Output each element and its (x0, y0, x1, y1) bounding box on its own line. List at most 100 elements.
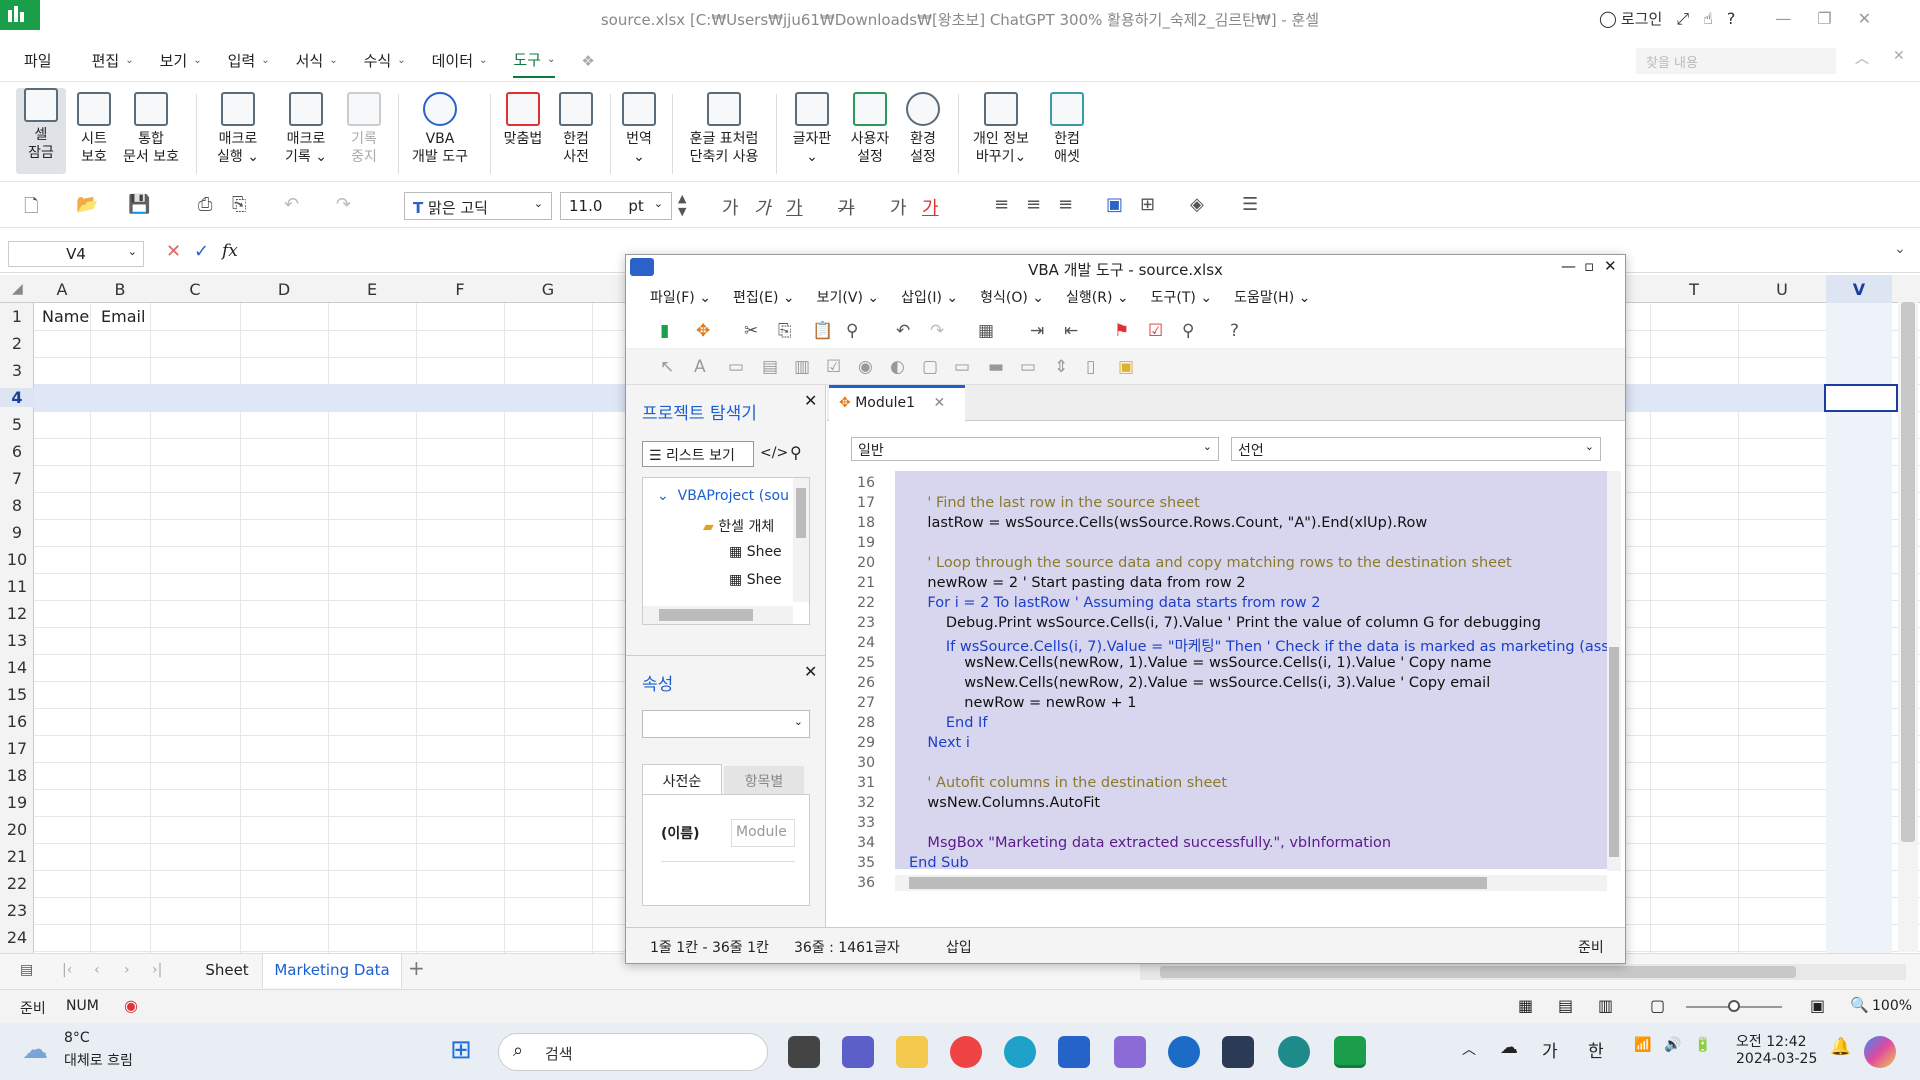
toggle-control-icon[interactable]: ◐ (890, 357, 905, 377)
row-header[interactable]: 1 (0, 307, 34, 326)
notification-bell-icon[interactable]: 🔔 (1830, 1037, 1851, 1057)
row-header[interactable]: 12 (0, 604, 34, 623)
sheet-tab[interactable]: Sheet (182, 954, 272, 988)
sheet-list-icon[interactable]: ▤ (20, 962, 33, 978)
superscript-button[interactable]: 가 (890, 194, 907, 220)
app-purple-icon[interactable] (1114, 1036, 1146, 1068)
battery-icon[interactable]: 🔋 (1694, 1037, 1711, 1053)
hand-icon[interactable]: ☝ (1703, 9, 1713, 28)
cell-a1[interactable]: Name (42, 307, 89, 326)
tree-sheet-1[interactable]: ▦ Shee (729, 544, 782, 560)
checkbox-control-icon[interactable]: ☑ (826, 357, 841, 377)
teams-icon[interactable] (842, 1036, 874, 1068)
translate-button[interactable]: 번역 ⌄ (616, 92, 662, 166)
column-header[interactable]: F (416, 280, 504, 299)
clock-date[interactable]: 2024-03-25 (1736, 1051, 1817, 1067)
tree-hscroll[interactable] (643, 606, 793, 624)
row-header[interactable]: 23 (0, 901, 34, 920)
privacy-button[interactable]: 개인 정보 바꾸기⌄ (964, 92, 1038, 166)
scroll-control-icon[interactable]: ▬ (988, 357, 1004, 377)
tree-sheet-2[interactable]: ▦ Shee (729, 572, 782, 588)
align-center-icon[interactable]: ≡ (1026, 194, 1041, 215)
help-icon[interactable]: ? (1727, 9, 1736, 28)
hancom-asset-button[interactable]: 한컴 애셋 (1042, 92, 1092, 166)
combobox-control-icon[interactable]: ▤ (762, 357, 778, 377)
code-line[interactable]: End If (909, 715, 988, 731)
menu-format[interactable]: 서식 ⌄ (296, 50, 338, 71)
vba-hancell-icon[interactable]: ▮ (660, 321, 669, 341)
font-name-select[interactable]: T 맑은 고딕 ⌄ (404, 192, 552, 220)
object-select[interactable]: ⌄ (642, 710, 810, 738)
outdent-icon[interactable]: ⇤ (1064, 321, 1078, 341)
task-view-icon[interactable] (788, 1036, 820, 1068)
prev-sheet-icon[interactable]: ‹ (94, 962, 100, 978)
code-line[interactable]: newRow = 2 ' Start pasting data from row… (909, 575, 1245, 591)
row-header[interactable]: 5 (0, 415, 34, 434)
close-doc-icon[interactable]: ✕ (1893, 48, 1905, 64)
user-icon[interactable]: ◯ (1599, 9, 1617, 28)
toggle-breakpoint-icon[interactable]: ⚑ (1114, 321, 1129, 341)
vba-menu-help[interactable]: 도움말(H) ⌄ (1234, 287, 1310, 307)
clock-time[interactable]: 오전 12:42 (1736, 1031, 1807, 1051)
app-circle-icon[interactable] (1168, 1036, 1200, 1068)
volume-icon[interactable]: 🔊 (1664, 1037, 1681, 1053)
code-line[interactable]: wsNew.Cells(newRow, 1).Value = wsSource.… (909, 655, 1491, 671)
vba-menu-edit[interactable]: 편집(E) ⌄ (733, 287, 795, 307)
row-header[interactable]: 22 (0, 874, 34, 893)
row-header[interactable]: 15 (0, 685, 34, 704)
code-line[interactable]: ' Loop through the source data and copy … (909, 555, 1511, 571)
weather-temp[interactable]: 8°C (64, 1030, 90, 1046)
column-header[interactable]: G (504, 280, 592, 299)
row-header[interactable]: 8 (0, 496, 34, 515)
project-close-icon[interactable]: ✕ (804, 391, 817, 410)
tree-hancell-objects[interactable]: ▰ 한셀 개체 (703, 516, 774, 536)
undo-icon[interactable]: ↶ (284, 194, 299, 215)
tree-vscroll[interactable] (793, 478, 809, 602)
code-line[interactable]: wsNew.Columns.AutoFit (909, 795, 1100, 811)
font-color-button[interactable]: 가 (922, 194, 939, 220)
name-box[interactable]: V4 ⌄ (8, 241, 144, 267)
vba-insert-icon[interactable]: ✥ (696, 321, 710, 341)
file-explorer-icon[interactable] (896, 1036, 928, 1068)
row-header[interactable]: 17 (0, 739, 34, 758)
spellcheck-button[interactable]: 맞춤법 (498, 92, 548, 148)
underline-button[interactable]: 가 (786, 194, 803, 220)
record-stop-button[interactable]: 기록 중지 (342, 92, 386, 166)
vertical-scrollbar[interactable] (1898, 282, 1918, 952)
zoom-slider-thumb[interactable] (1728, 1000, 1740, 1012)
menu-tools[interactable]: 도구 ⌄ (513, 49, 556, 78)
onedrive-icon[interactable]: ☁ (1500, 1037, 1518, 1058)
spin-control-icon[interactable]: ⇕ (1054, 357, 1068, 377)
indent-icon[interactable]: ⇥ (1030, 321, 1044, 341)
paste-icon[interactable]: 📋 (812, 321, 833, 341)
borders-icon[interactable]: ⊞ (1140, 194, 1155, 215)
app-dark-icon[interactable] (1222, 1036, 1254, 1068)
row-header[interactable]: 11 (0, 577, 34, 596)
column-header[interactable]: A (34, 280, 90, 299)
row-header[interactable]: 20 (0, 820, 34, 839)
label-control-icon[interactable]: A (694, 357, 706, 377)
row-header[interactable]: 6 (0, 442, 34, 461)
scrollbar-control-icon[interactable]: ▯ (1086, 357, 1095, 377)
cube-icon[interactable]: ❖ (581, 52, 594, 70)
add-sheet-button[interactable]: + (408, 956, 425, 980)
ime-hangul[interactable]: 가 (1542, 1037, 1558, 1062)
menu-insert[interactable]: 입력 ⌄ (228, 50, 270, 71)
new-doc-icon[interactable]: 🗋 (24, 194, 38, 224)
login-button[interactable]: 로그인 (1621, 8, 1662, 29)
cancel-icon[interactable]: ✕ (166, 241, 181, 262)
listbox-control-icon[interactable]: ▥ (794, 357, 810, 377)
weather-desc[interactable]: 대체로 흐림 (64, 1050, 133, 1070)
code-line[interactable]: newRow = newRow + 1 (909, 695, 1136, 711)
menu-edit[interactable]: 편집 ⌄ (92, 50, 134, 71)
app-teal-icon[interactable] (1278, 1036, 1310, 1068)
normal-view-icon[interactable]: ▦ (1518, 996, 1533, 1015)
vba-help-icon[interactable]: ? (1230, 321, 1239, 341)
column-header[interactable]: U (1738, 280, 1826, 299)
vba-menu-insert[interactable]: 삽입(I) ⌄ (901, 287, 958, 307)
module-tab-close-icon[interactable]: ✕ (933, 395, 945, 411)
code-line[interactable]: ' Autofit columns in the destination she… (909, 775, 1227, 791)
chrome-icon[interactable] (950, 1036, 982, 1068)
macro-record-button[interactable]: 매크로 기록 ⌄ (278, 92, 334, 166)
code-line[interactable]: End Sub (909, 855, 969, 871)
